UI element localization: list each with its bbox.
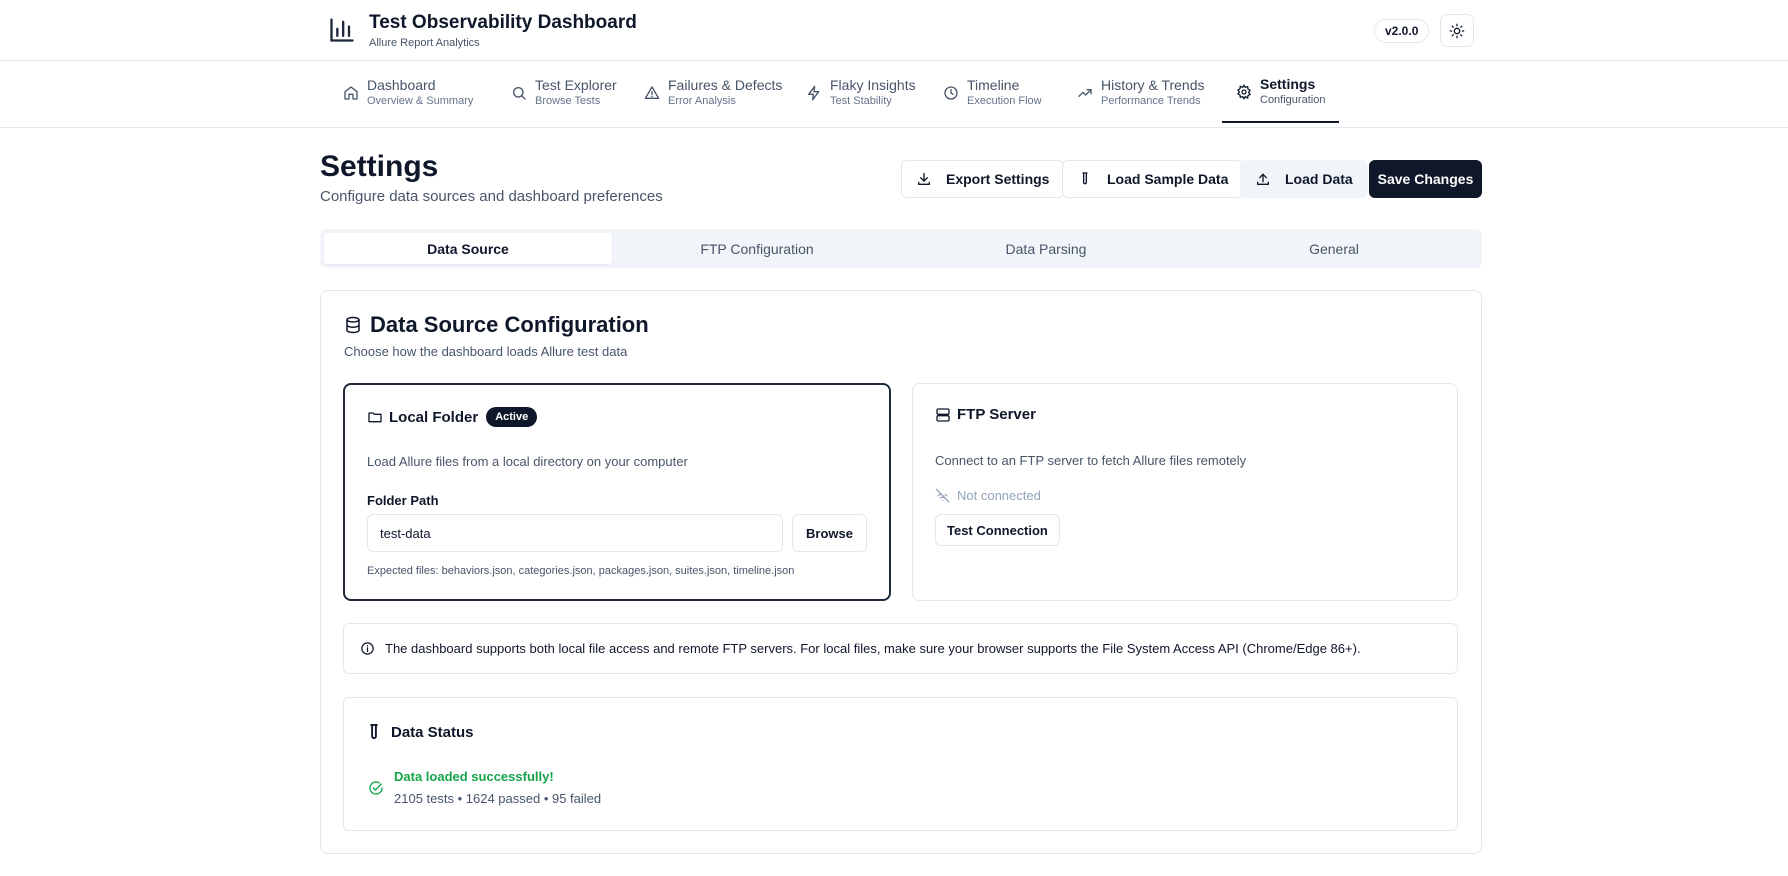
info-alert: The dashboard supports both local file a… bbox=[343, 623, 1458, 674]
option-description: Load Allure files from a local directory… bbox=[367, 454, 688, 469]
data-status-panel: Data Status Data loaded successfully! 21… bbox=[343, 697, 1458, 831]
download-icon bbox=[916, 171, 932, 187]
page-title: Settings bbox=[320, 150, 439, 183]
home-icon bbox=[343, 85, 359, 101]
option-title: Local Folder bbox=[389, 408, 479, 426]
warning-triangle-icon bbox=[644, 85, 660, 101]
page-subtitle: Configure data sources and dashboard pre… bbox=[320, 188, 663, 205]
export-settings-button[interactable]: Export Settings bbox=[901, 160, 1065, 198]
folder-path-label: Folder Path bbox=[367, 493, 439, 508]
tab-data-source[interactable]: Data Source bbox=[324, 233, 612, 264]
nav-label: History & Trends bbox=[1101, 77, 1205, 93]
nav-label: Dashboard bbox=[367, 77, 436, 93]
button-label: Export Settings bbox=[946, 171, 1050, 187]
search-icon bbox=[511, 85, 527, 101]
tab-ftp-configuration[interactable]: FTP Configuration bbox=[613, 233, 901, 264]
nav-tab-settings[interactable]: Settings Configuration bbox=[1222, 62, 1340, 123]
status-message: Data loaded successfully! bbox=[394, 769, 554, 784]
wifi-off-icon bbox=[935, 488, 950, 503]
nav-tab-flaky-insights[interactable]: Flaky Insights Test Stability bbox=[792, 62, 930, 124]
test-tube-icon bbox=[1077, 171, 1093, 187]
save-changes-button[interactable]: Save Changes bbox=[1369, 160, 1482, 198]
app-title: Test Observability Dashboard bbox=[369, 12, 637, 33]
card-title: Data Source Configuration bbox=[370, 312, 649, 337]
folder-icon bbox=[367, 409, 383, 425]
trending-up-icon bbox=[1077, 85, 1093, 101]
nav-label: Settings bbox=[1260, 75, 1316, 92]
upload-icon bbox=[1255, 171, 1271, 187]
theme-toggle-button[interactable] bbox=[1440, 14, 1474, 47]
load-data-button[interactable]: Load Data bbox=[1240, 160, 1368, 198]
status-text: Not connected bbox=[957, 488, 1041, 503]
nav-sublabel: Test Stability bbox=[830, 95, 892, 107]
nav-tab-history-trends[interactable]: History & Trends Performance Trends bbox=[1063, 62, 1218, 124]
clock-icon bbox=[943, 85, 959, 101]
info-icon bbox=[360, 641, 375, 656]
nav-sublabel: Configuration bbox=[1260, 93, 1326, 106]
nav-sublabel: Performance Trends bbox=[1101, 95, 1201, 107]
nav-sublabel: Overview & Summary bbox=[367, 95, 474, 107]
active-badge: Active bbox=[486, 407, 538, 427]
info-text: The dashboard supports both local file a… bbox=[385, 641, 1361, 656]
nav-label: Flaky Insights bbox=[830, 77, 916, 93]
browse-button[interactable]: Browse bbox=[792, 514, 867, 552]
button-label: Save Changes bbox=[1377, 171, 1474, 187]
settings-tabs: Data Source FTP Configuration Data Parsi… bbox=[320, 229, 1482, 268]
nav-label: Timeline bbox=[967, 77, 1020, 93]
button-label: Load Sample Data bbox=[1107, 171, 1229, 187]
option-description: Connect to an FTP server to fetch Allure… bbox=[935, 453, 1247, 468]
lightning-icon bbox=[806, 85, 822, 101]
server-icon bbox=[935, 407, 951, 423]
button-label: Load Data bbox=[1285, 171, 1353, 187]
main-nav: Dashboard Overview & Summary Test Explor… bbox=[0, 62, 1788, 128]
app-header: Test Observability Dashboard Allure Repo… bbox=[0, 0, 1788, 61]
sun-icon bbox=[1449, 23, 1465, 39]
tab-data-parsing[interactable]: Data Parsing bbox=[902, 233, 1190, 264]
nav-sublabel: Browse Tests bbox=[535, 95, 601, 107]
database-icon bbox=[344, 315, 362, 335]
status-detail: 2105 tests • 1624 passed • 95 failed bbox=[394, 791, 602, 806]
nav-tab-timeline[interactable]: Timeline Execution Flow bbox=[929, 62, 1056, 124]
gear-icon bbox=[1236, 83, 1252, 100]
nav-tab-failures[interactable]: Failures & Defects Error Analysis bbox=[630, 62, 796, 124]
local-folder-option[interactable]: Local Folder Active Load Allure files fr… bbox=[343, 383, 891, 601]
nav-label: Failures & Defects bbox=[668, 77, 783, 93]
status-title: Data Status bbox=[391, 724, 474, 741]
folder-path-input[interactable] bbox=[367, 514, 783, 552]
test-connection-button[interactable]: Test Connection bbox=[935, 514, 1060, 546]
ftp-connection-status: Not connected bbox=[935, 488, 1041, 503]
check-circle-icon bbox=[368, 780, 384, 796]
test-tube-icon bbox=[368, 724, 380, 741]
nav-tab-dashboard[interactable]: Dashboard Overview & Summary bbox=[329, 62, 487, 124]
nav-tab-test-explorer[interactable]: Test Explorer Browse Tests bbox=[497, 62, 631, 124]
nav-label: Test Explorer bbox=[535, 77, 617, 93]
expected-files-hint: Expected files: behaviors.json, categori… bbox=[367, 565, 795, 577]
card-description: Choose how the dashboard loads Allure te… bbox=[344, 344, 628, 359]
tab-general[interactable]: General bbox=[1190, 233, 1478, 264]
load-sample-data-button[interactable]: Load Sample Data bbox=[1062, 160, 1244, 198]
option-title: FTP Server bbox=[957, 406, 1036, 423]
bar-chart-icon bbox=[328, 16, 356, 44]
version-badge: v2.0.0 bbox=[1374, 19, 1430, 43]
nav-sublabel: Execution Flow bbox=[967, 95, 1042, 107]
nav-sublabel: Error Analysis bbox=[668, 95, 736, 107]
ftp-server-option[interactable]: FTP Server Connect to an FTP server to f… bbox=[912, 383, 1458, 601]
app-subtitle: Allure Report Analytics bbox=[369, 37, 480, 49]
